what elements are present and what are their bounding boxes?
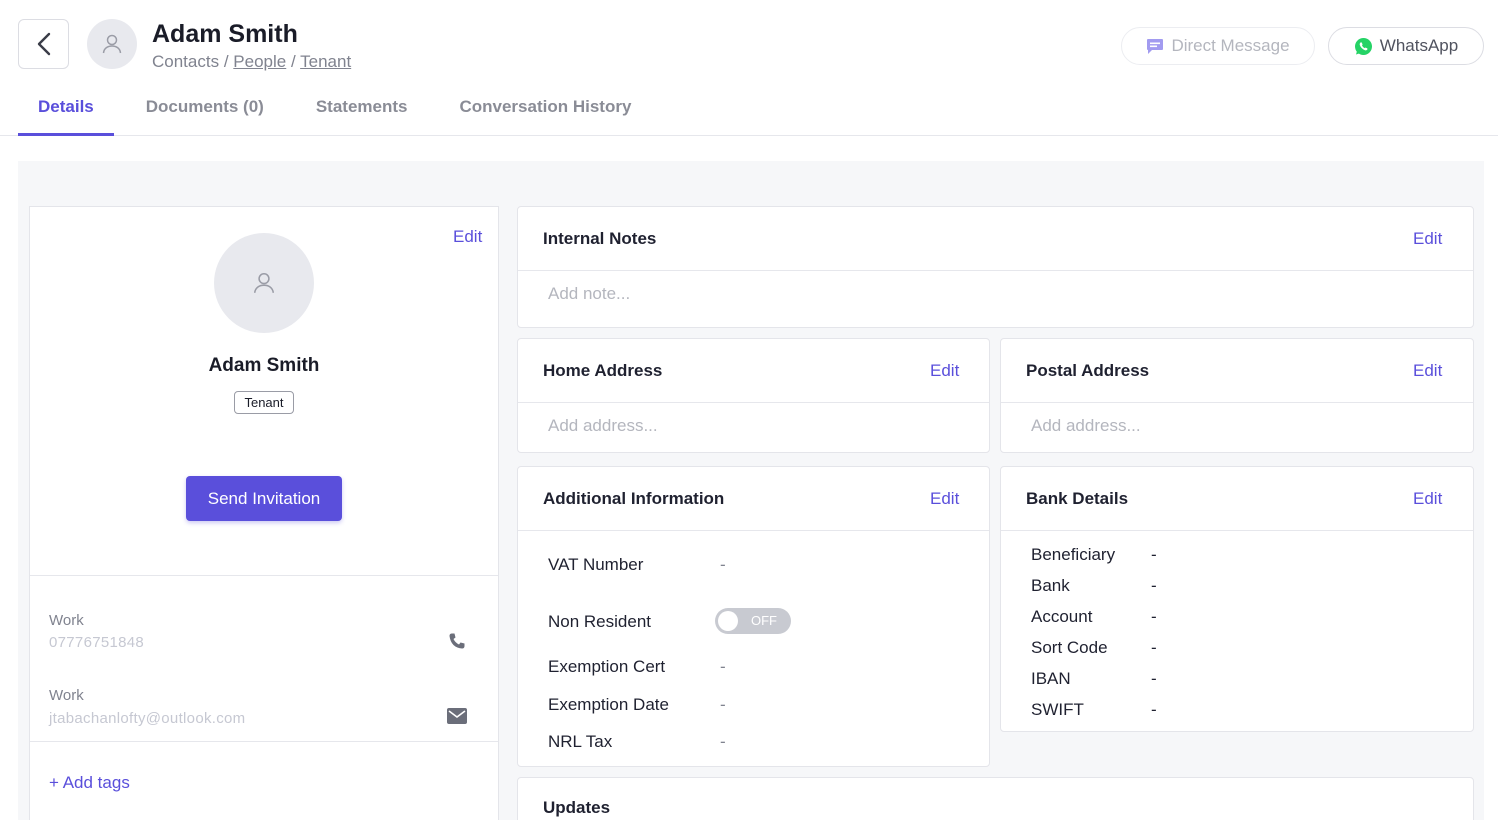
bank-value: - [1151,576,1157,595]
whatsapp-button[interactable]: WhatsApp [1328,27,1484,65]
divider [518,402,989,403]
page-header: Adam Smith Contacts / People / Tenant Di… [0,0,1498,136]
iban-label: IBAN [1031,669,1071,688]
iban-value: - [1151,669,1157,688]
postal-address-title: Postal Address [1026,361,1150,380]
internal-notes-input[interactable]: Add note... [548,284,630,304]
swift-label: SWIFT [1031,700,1084,719]
exemption-cert-label: Exemption Cert [548,657,666,676]
bank-details-edit-link[interactable]: Edit [1413,489,1442,509]
updates-card: Updates [517,777,1474,820]
profile-avatar [214,233,314,333]
beneficiary-label: Beneficiary [1031,545,1116,564]
postal-address-edit-link[interactable]: Edit [1413,361,1442,381]
breadcrumb: Contacts / People / Tenant [152,52,351,72]
exemption-cert-value: - [720,657,726,676]
additional-info-title: Additional Information [543,489,725,508]
non-resident-toggle[interactable]: OFF [715,608,791,634]
breadcrumb-people-link[interactable]: People [233,52,286,71]
additional-info-edit-link[interactable]: Edit [930,489,959,509]
nrl-tax-value: - [720,732,726,751]
internal-notes-edit-link[interactable]: Edit [1413,229,1442,249]
direct-message-button[interactable]: Direct Message [1121,27,1315,65]
user-icon [102,34,122,54]
send-invitation-button[interactable]: Send Invitation [186,476,342,521]
role-badge: Tenant [234,391,294,414]
divider [1001,402,1473,403]
whatsapp-icon [1354,37,1372,55]
internal-notes-title: Internal Notes [543,229,657,248]
bank-label: Bank [1031,576,1070,595]
phone-icon[interactable] [445,629,469,653]
profile-name: Adam Smith [208,355,320,376]
account-label: Account [1031,607,1093,626]
account-value: - [1151,607,1157,626]
tab-documents[interactable]: Documents (0) [126,88,284,136]
add-tags-link[interactable]: + Add tags [49,773,130,793]
divider [30,575,498,576]
vat-number-value: - [720,555,726,574]
phone-value: 07776751848 [49,634,145,651]
back-button[interactable] [18,19,69,69]
message-icon [1147,38,1164,54]
avatar [87,19,137,69]
email-label: Work [49,687,84,704]
swift-value: - [1151,700,1157,719]
home-address-input[interactable]: Add address... [548,416,658,436]
non-resident-label: Non Resident [548,612,652,631]
breadcrumb-tenant-link[interactable]: Tenant [300,52,351,71]
mail-icon[interactable] [445,704,469,728]
divider [518,270,1473,271]
postal-address-input[interactable]: Add address... [1031,416,1141,436]
whatsapp-label: WhatsApp [1379,36,1459,55]
home-address-card: Home Address Edit Add address... [517,338,990,453]
sort-code-value: - [1151,638,1157,657]
breadcrumb-separator: / [290,52,296,71]
tab-bar: Details Documents (0) Statements Convers… [18,88,663,136]
phone-label: Work [49,612,84,629]
page-title: Adam Smith [152,20,298,48]
bank-details-title: Bank Details [1026,489,1129,508]
home-address-edit-link[interactable]: Edit [930,361,959,381]
exemption-date-value: - [720,695,726,714]
additional-info-card: Additional Information Edit VAT Number -… [517,466,990,767]
home-address-title: Home Address [543,361,663,380]
divider [30,741,498,742]
chevron-left-icon [37,32,50,56]
breadcrumb-separator: / [223,52,229,71]
nrl-tax-label: NRL Tax [548,732,613,751]
internal-notes-card: Internal Notes Edit Add note... [517,206,1474,328]
postal-address-card: Postal Address Edit Add address... [1000,338,1474,453]
bank-details-card: Bank Details Edit Beneficiary - Bank - A… [1000,466,1474,732]
toggle-knob [718,611,738,631]
user-icon [253,272,275,293]
email-value: jtabachanlofty@outlook.com [49,710,246,727]
updates-title: Updates [543,798,611,817]
exemption-date-label: Exemption Date [548,695,669,714]
tab-conversation-history[interactable]: Conversation History [439,88,651,136]
profile-edit-link[interactable]: Edit [453,227,482,247]
tab-statements[interactable]: Statements [296,88,428,136]
vat-number-label: VAT Number [548,555,644,574]
toggle-state: OFF [751,613,777,628]
direct-message-label: Direct Message [1171,36,1290,55]
breadcrumb-contacts: Contacts [152,52,220,71]
tab-details[interactable]: Details [18,88,114,136]
divider [1001,530,1473,531]
divider [518,530,989,531]
profile-card: Edit Adam Smith Tenant Send Invitation W… [29,206,499,820]
sort-code-label: Sort Code [1031,638,1108,657]
beneficiary-value: - [1151,545,1157,564]
